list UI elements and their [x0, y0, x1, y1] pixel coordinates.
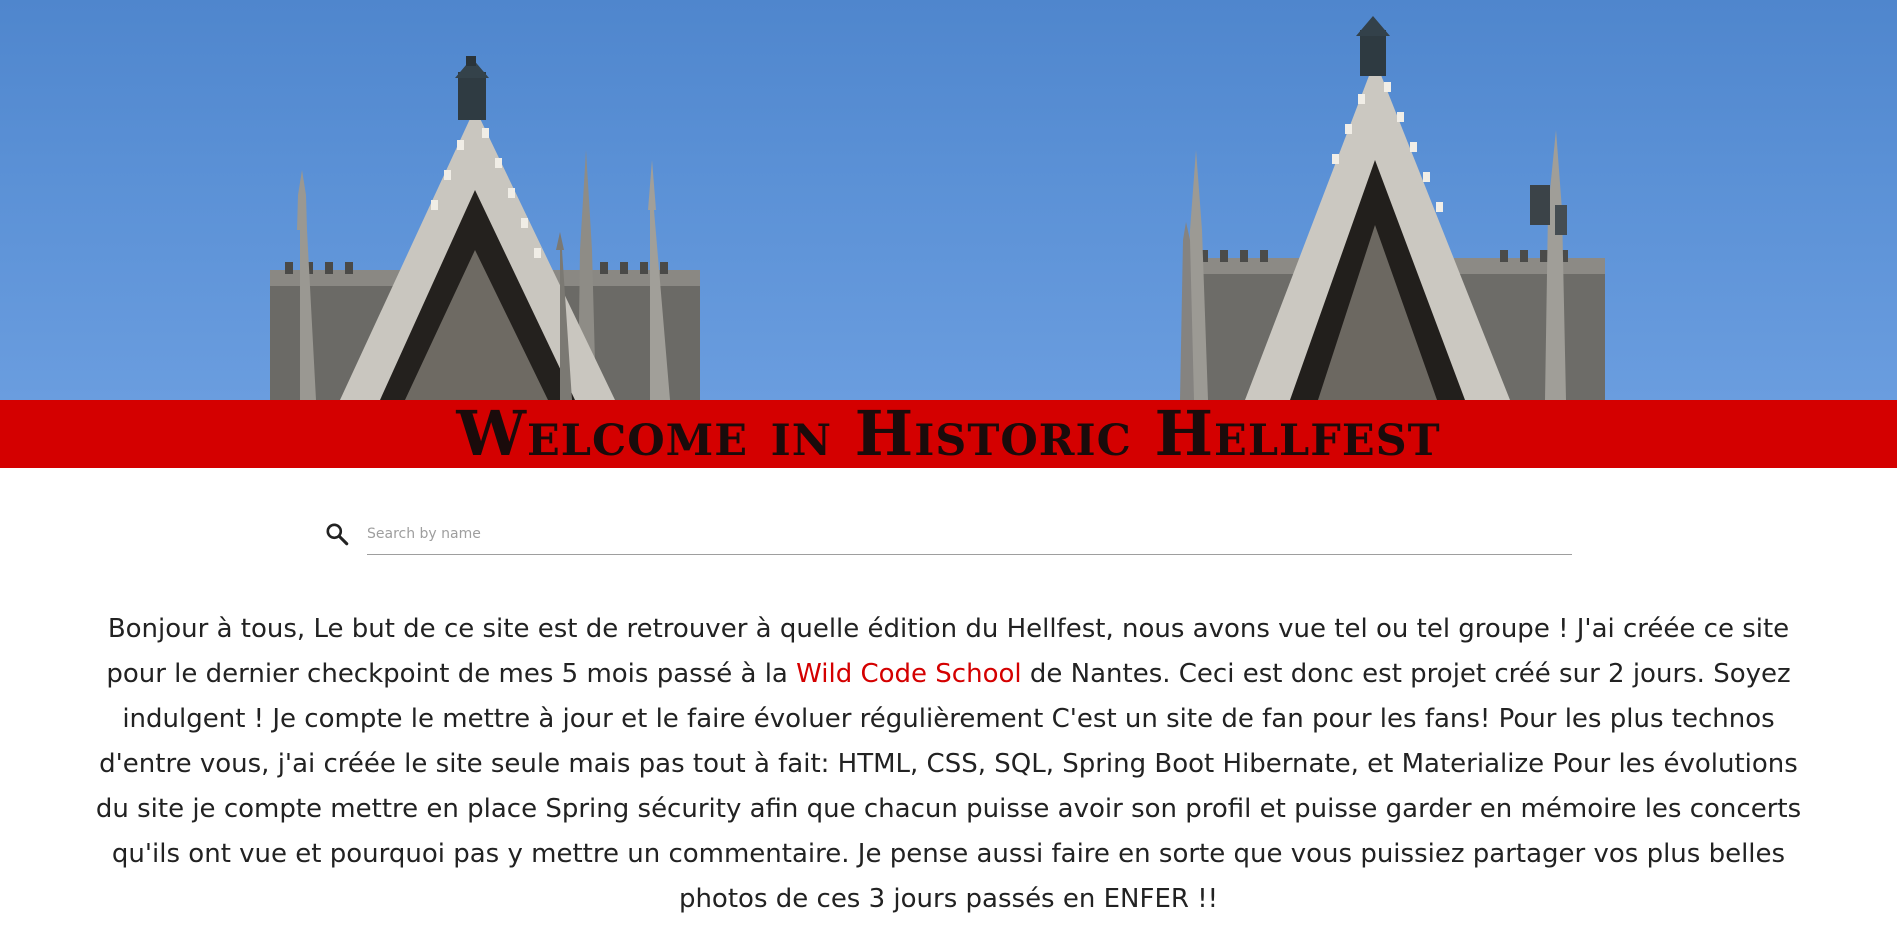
hero-image	[0, 0, 1897, 400]
wild-code-school-link[interactable]: Wild Code School	[796, 659, 1022, 689]
title-banner: Welcome in Historic Hellfest	[0, 400, 1897, 468]
search-input[interactable]	[367, 513, 1572, 555]
intro-text: Bonjour à tous, Le but de ce site est de…	[90, 607, 1807, 922]
intro-text-part2: de Nantes. Ceci est donc est projet créé…	[95, 659, 1802, 914]
search-bar	[322, 512, 1572, 556]
search-icon	[322, 519, 352, 549]
page-title: Welcome in Historic Hellfest	[456, 397, 1441, 470]
cathedral-spires-image	[270, 16, 1605, 400]
